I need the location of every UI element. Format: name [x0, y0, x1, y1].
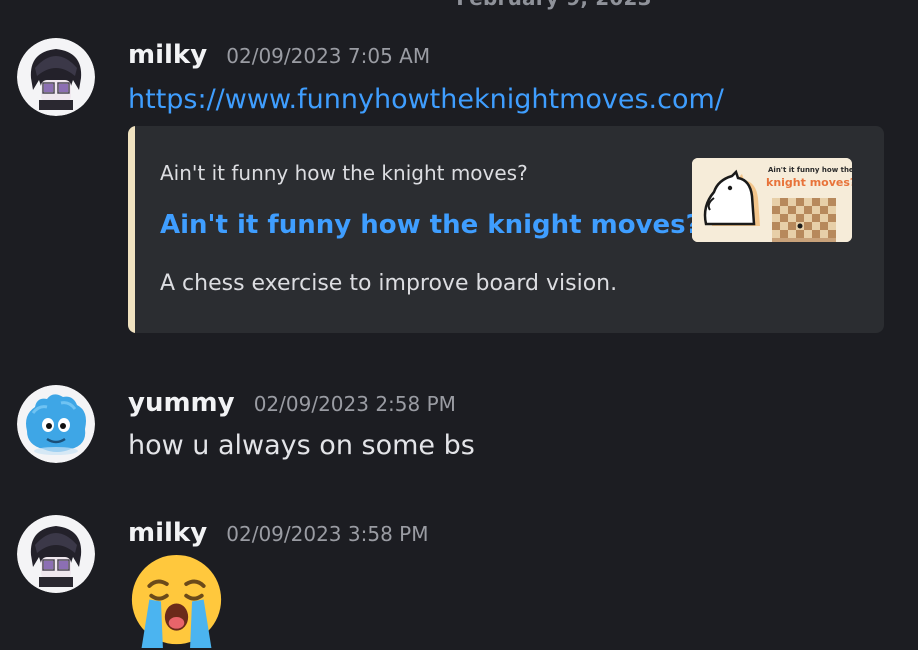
blue-puffle-icon	[17, 385, 95, 463]
username[interactable]: milky	[128, 518, 207, 548]
loudly-crying-face-icon[interactable]	[128, 553, 225, 650]
message-content: https://www.funnyhowtheknightmoves.com/	[128, 84, 724, 115]
timestamp: 02/09/2023 2:58 PM	[253, 392, 456, 416]
timestamp: 02/09/2023 3:58 PM	[226, 522, 429, 546]
date-divider-label: February 9, 2023	[456, 0, 652, 10]
username[interactable]: milky	[128, 40, 207, 70]
chat-view: February 9, 2023 milky 02/09/2023 7:05 A…	[0, 0, 918, 650]
message-text: how u always on some bs	[128, 430, 475, 461]
date-divider: February 9, 2023	[0, 0, 918, 10]
username[interactable]: yummy	[128, 388, 235, 418]
thumbnail-caption-top: Ain't it funny how the	[768, 166, 852, 174]
message-header: milky 02/09/2023 7:05 AM	[128, 40, 430, 70]
avatar-image	[17, 515, 95, 593]
message-link[interactable]: https://www.funnyhowtheknightmoves.com/	[128, 84, 724, 115]
avatar[interactable]	[17, 385, 95, 463]
avatar[interactable]	[17, 38, 95, 116]
avatar-image	[17, 38, 95, 116]
embed-provider[interactable]: Ain't it funny how the knight moves?	[160, 161, 528, 185]
embed-thumbnail[interactable]: Ain't it funny how the knight moves?	[692, 158, 852, 242]
thumbnail-caption-bottom: knight moves?	[766, 176, 852, 189]
message-header: yummy 02/09/2023 2:58 PM	[128, 388, 456, 418]
link-embed: Ain't it funny how the knight moves? Ain…	[128, 126, 884, 333]
embed-title[interactable]: Ain't it funny how the knight moves?	[160, 210, 701, 240]
message-header: milky 02/09/2023 3:58 PM	[128, 518, 428, 548]
timestamp: 02/09/2023 7:05 AM	[226, 44, 431, 68]
embed-accent-bar	[128, 126, 135, 333]
avatar[interactable]	[17, 515, 95, 593]
emoji-image	[131, 554, 222, 649]
embed-description: A chess exercise to improve board vision…	[160, 271, 618, 296]
